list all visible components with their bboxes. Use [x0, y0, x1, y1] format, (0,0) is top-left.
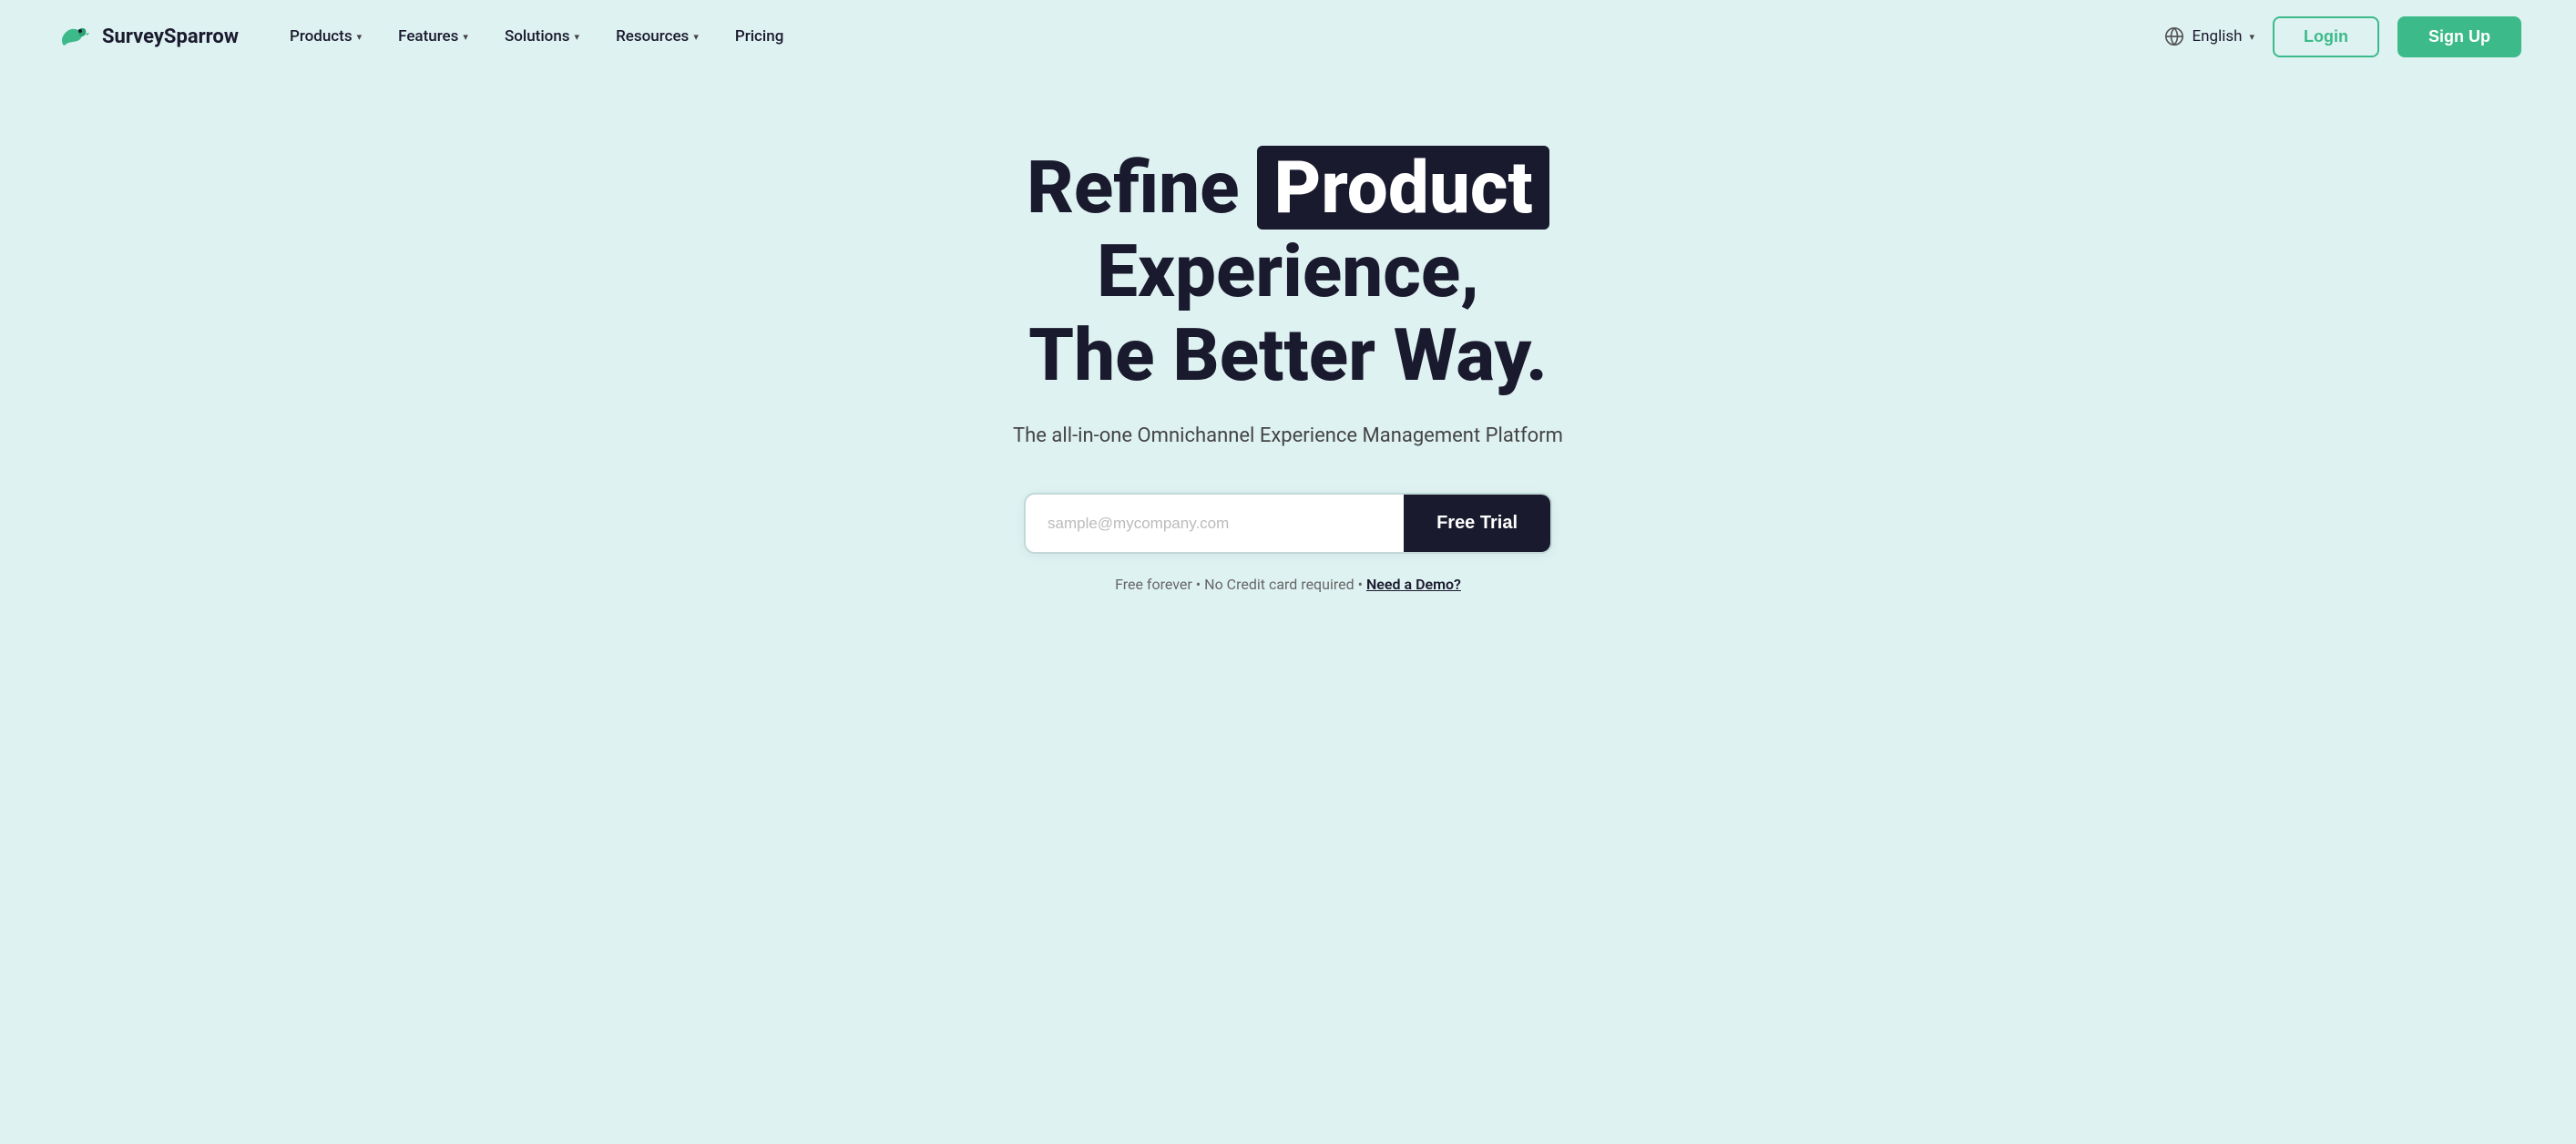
hero-highlight: Product: [1257, 146, 1549, 230]
nav-item-solutions[interactable]: Solutions ▾: [490, 20, 594, 53]
logo[interactable]: SurveySparrow: [55, 17, 239, 56]
nav-left: SurveySparrow Products ▾ Features ▾ Solu…: [55, 17, 798, 56]
need-demo-link[interactable]: Need a Demo?: [1366, 576, 1461, 593]
hero-title: Refine Product Experience, The Better Wa…: [833, 146, 1743, 397]
nav-right: English ▾ Login Sign Up: [2164, 16, 2521, 57]
hero-section: Refine Product Experience, The Better Wa…: [0, 73, 2576, 702]
chevron-down-icon: ▾: [2249, 31, 2254, 43]
nav-item-pricing[interactable]: Pricing: [721, 20, 799, 53]
nav-item-products[interactable]: Products ▾: [275, 20, 376, 53]
chevron-down-icon: ▾: [693, 31, 699, 43]
navbar: SurveySparrow Products ▾ Features ▾ Solu…: [0, 0, 2576, 73]
logo-icon: [55, 17, 93, 56]
nav-item-resources[interactable]: Resources ▾: [601, 20, 713, 53]
nav-item-features[interactable]: Features ▾: [383, 20, 483, 53]
free-trial-button[interactable]: Free Trial: [1404, 495, 1550, 552]
chevron-down-icon: ▾: [575, 31, 580, 43]
hero-subtitle: The all-in-one Omnichannel Experience Ma…: [1013, 424, 1563, 447]
chevron-down-icon: ▾: [463, 31, 468, 43]
email-form: Free Trial: [1024, 493, 1552, 554]
signup-button[interactable]: Sign Up: [2397, 16, 2521, 57]
language-selector[interactable]: English ▾: [2164, 26, 2254, 46]
nav-menu: Products ▾ Features ▾ Solutions ▾ Resour…: [275, 20, 798, 53]
logo-text: SurveySparrow: [102, 26, 239, 48]
chevron-down-icon: ▾: [357, 31, 363, 43]
globe-icon: [2164, 26, 2184, 46]
hero-footer-text: Free forever • No Credit card required •…: [1115, 576, 1461, 593]
language-label: English: [2192, 27, 2242, 46]
email-input[interactable]: [1026, 495, 1404, 552]
login-button[interactable]: Login: [2273, 16, 2379, 57]
